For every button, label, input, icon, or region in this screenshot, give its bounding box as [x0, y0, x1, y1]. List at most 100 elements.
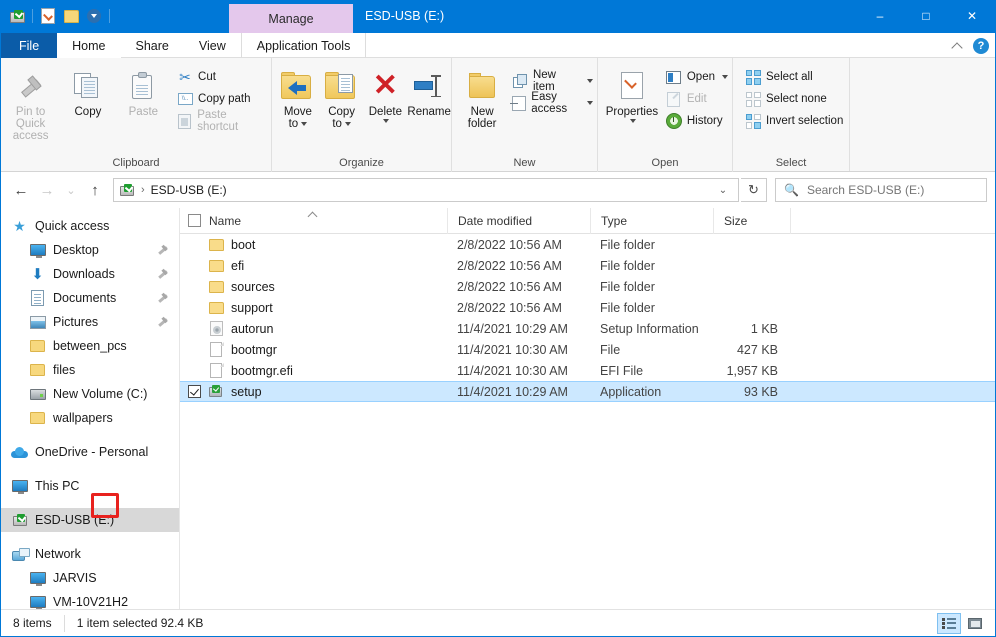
select-all-checkbox[interactable]: [188, 214, 201, 227]
edit-button[interactable]: Edit: [662, 88, 732, 110]
sidebar-item-downloads[interactable]: ⬇ Downloads: [1, 262, 179, 286]
file-rows: boot 2/8/2022 10:56 AM File folder efi 2/8/2…: [180, 234, 995, 402]
select-none-button[interactable]: Select none: [741, 88, 847, 110]
move-to-caret-icon[interactable]: [301, 121, 308, 126]
new-item-button[interactable]: New item: [508, 69, 597, 93]
open-caret-icon[interactable]: [722, 75, 728, 79]
details-view-button[interactable]: [937, 612, 961, 634]
table-row[interactable]: support 2/8/2022 10:56 AM File folder: [180, 297, 995, 318]
breadcrumb-separator: ›: [141, 184, 145, 196]
table-row[interactable]: bootmgr 11/4/2021 10:30 AM File 427 KB: [180, 339, 995, 360]
copy-to-caret-icon[interactable]: [344, 121, 351, 126]
open-button[interactable]: Open: [662, 66, 732, 88]
sidebar-item-jarvis[interactable]: JARVIS: [1, 566, 179, 590]
row-checkbox[interactable]: [188, 385, 201, 398]
table-row[interactable]: efi 2/8/2022 10:56 AM File folder: [180, 255, 995, 276]
back-button[interactable]: ←: [9, 177, 33, 203]
table-row[interactable]: bootmgr.efi 11/4/2021 10:30 AM EFI File 1,9…: [180, 360, 995, 381]
tab-home-label: Home: [72, 38, 106, 53]
easy-access-button[interactable]: Easy access: [508, 91, 597, 115]
sidebar-item-documents[interactable]: Documents: [1, 286, 179, 310]
breadcrumb-drive[interactable]: ESD-USB (E:): [151, 183, 227, 197]
column-header-type[interactable]: Type: [590, 207, 713, 234]
column-header-name[interactable]: Name: [180, 208, 447, 234]
copy-button[interactable]: Copy: [60, 64, 115, 118]
refresh-button[interactable]: ↻: [741, 178, 767, 202]
close-button[interactable]: ✕: [949, 1, 995, 31]
sidebar-item-label: Downloads: [53, 267, 115, 281]
copy-to-button[interactable]: Copy to: [320, 64, 364, 130]
new-folder-icon: [467, 68, 497, 104]
tab-share[interactable]: Share: [121, 33, 184, 58]
recent-locations-button[interactable]: ⌄: [61, 177, 81, 203]
table-row[interactable]: boot 2/8/2022 10:56 AM File folder: [180, 234, 995, 255]
pin-icon[interactable]: [158, 244, 168, 256]
customize-caret-icon[interactable]: [84, 6, 104, 26]
help-icon[interactable]: ?: [973, 37, 989, 54]
ribbon-tab-bar: File Home Share View Application Tools ?: [1, 33, 995, 58]
paste-button[interactable]: Paste: [116, 64, 171, 118]
new-item-caret-icon[interactable]: [587, 79, 593, 83]
table-row[interactable]: setup 11/4/2021 10:29 AM Application 93 KB: [180, 381, 995, 402]
delete-button[interactable]: ✕ Delete: [364, 64, 408, 123]
sidebar-item-files[interactable]: files: [1, 358, 179, 382]
column-header-date-modified[interactable]: Date modified: [447, 207, 590, 234]
pin-icon[interactable]: [158, 316, 168, 328]
collapse-ribbon-icon[interactable]: [952, 40, 964, 52]
properties-button[interactable]: Properties: [602, 64, 662, 123]
sidebar-item-network[interactable]: Network: [1, 542, 179, 566]
history-button[interactable]: History: [662, 110, 732, 132]
paste-shortcut-button[interactable]: Paste shortcut: [173, 109, 271, 133]
sidebar-item-between-pcs[interactable]: between_pcs: [1, 334, 179, 358]
column-header-size[interactable]: Size: [713, 207, 790, 234]
new-folder-button[interactable]: New folder: [458, 64, 506, 130]
sidebar-item-quick-access[interactable]: ★ Quick access: [1, 214, 179, 238]
pin-icon[interactable]: [158, 292, 168, 304]
tab-home[interactable]: Home: [57, 33, 121, 58]
maximize-button[interactable]: □: [903, 1, 949, 31]
rename-button[interactable]: Rename: [407, 64, 451, 118]
sidebar-item-esd-usb-e[interactable]: ESD-USB (E:): [1, 508, 179, 532]
new-folder-icon[interactable]: [61, 6, 81, 26]
tab-file[interactable]: File: [1, 33, 58, 58]
search-box[interactable]: 🔍 Search ESD-USB (E:): [775, 178, 987, 202]
minimize-button[interactable]: –: [857, 1, 903, 31]
invert-selection-button[interactable]: Invert selection: [741, 110, 847, 132]
cell-name: setup: [180, 382, 447, 401]
properties-icon[interactable]: [38, 6, 58, 26]
cut-button[interactable]: ✂ Cut: [173, 66, 271, 88]
sidebar-item-this-pc[interactable]: This PC: [1, 474, 179, 498]
forward-button[interactable]: →: [35, 177, 59, 203]
address-dropdown-icon[interactable]: ⌄: [712, 179, 734, 201]
pin-to-quick-access-button[interactable]: Pin to Quick access: [1, 64, 60, 142]
address-path-box[interactable]: › ESD-USB (E:) ⌄: [113, 178, 739, 202]
group-label-new: New: [513, 157, 536, 169]
copy-path-button[interactable]: \\.. Copy path: [173, 88, 271, 110]
tab-application-tools[interactable]: Application Tools: [240, 33, 367, 58]
sidebar-item-new-volume-c[interactable]: New Volume (C:): [1, 382, 179, 406]
large-icons-view-button[interactable]: [963, 613, 987, 634]
move-to-button[interactable]: Move to: [276, 64, 320, 130]
properties-caret-icon[interactable]: [629, 119, 636, 123]
cell-size: [713, 276, 790, 297]
delete-caret-icon[interactable]: [383, 119, 390, 123]
usb-drive-icon[interactable]: [7, 6, 27, 26]
qat-divider-2: [109, 9, 110, 23]
table-row[interactable]: sources 2/8/2022 10:56 AM File folder: [180, 276, 995, 297]
table-row[interactable]: autorun 11/4/2021 10:29 AM Setup Informati…: [180, 318, 995, 339]
file-name: setup: [231, 384, 262, 399]
copy-to-label-2: to: [332, 118, 342, 130]
contextual-tab-manage[interactable]: Manage: [229, 4, 353, 33]
sidebar-item-wallpapers[interactable]: wallpapers: [1, 406, 179, 430]
easy-access-caret-icon[interactable]: [587, 101, 593, 105]
sidebar-item-vm-10v21h2[interactable]: VM-10V21H2: [1, 590, 179, 609]
search-placeholder: Search ESD-USB (E:): [806, 183, 925, 197]
tab-view[interactable]: View: [184, 33, 241, 58]
pin-icon[interactable]: [158, 268, 168, 280]
download-icon: ⬇: [31, 265, 44, 283]
sidebar-item-onedrive-personal[interactable]: OneDrive - Personal: [1, 440, 179, 464]
select-all-button[interactable]: Select all: [741, 66, 847, 88]
up-button[interactable]: ↑: [83, 177, 107, 203]
sidebar-item-desktop[interactable]: Desktop: [1, 238, 179, 262]
sidebar-item-pictures[interactable]: Pictures: [1, 310, 179, 334]
